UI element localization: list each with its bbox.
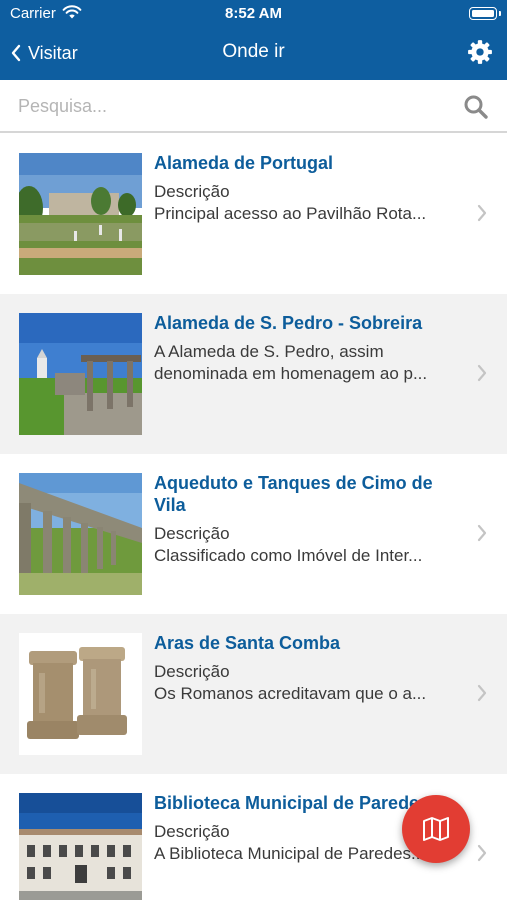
place-description-line-2: Classificado como Imóvel de Inter... [154, 546, 423, 565]
chevron-right-icon [477, 844, 487, 862]
list-item-alameda-de-portugal[interactable]: Alameda de Portugal Descrição Principal … [0, 134, 507, 294]
place-description-line-1: Descrição [154, 182, 230, 201]
battery-icon [469, 7, 501, 20]
status-bar: Carrier 8:52 AM [0, 0, 507, 28]
chevron-right-icon [477, 364, 487, 382]
chevron-right-icon [477, 204, 487, 222]
place-thumbnail [19, 313, 142, 435]
place-title: Aras de Santa Comba [154, 633, 341, 653]
list-item-aras-de-santa-comba[interactable]: Aras de Santa Comba Descrição Os Romanos… [0, 614, 507, 774]
chevron-right-icon [477, 684, 487, 702]
place-description-line-1: Descrição [154, 524, 230, 543]
place-thumbnail [19, 633, 142, 755]
search-icon[interactable] [463, 94, 489, 120]
place-thumbnail [19, 793, 142, 900]
place-description-line-2: Os Romanos acreditavam que o a... [154, 684, 427, 703]
search-input[interactable] [18, 89, 438, 123]
navigation-bar: Visitar Onde ir [0, 28, 507, 80]
place-thumbnail [19, 473, 142, 595]
search-bar [0, 80, 507, 133]
place-thumbnail [19, 153, 142, 275]
place-description-line-1: A Alameda de S. Pedro, assim [154, 342, 384, 361]
page-title: Onde ir [222, 41, 285, 62]
list-item-aqueduto-e-tanques[interactable]: Aqueduto e Tanques de Cimo de Vila Descr… [0, 454, 507, 614]
chevron-right-icon [477, 524, 487, 542]
clock: 8:52 AM [225, 5, 282, 22]
place-title: Alameda de S. Pedro - Sobreira [154, 313, 423, 333]
map-button[interactable] [402, 795, 470, 863]
gear-icon[interactable] [467, 39, 493, 65]
place-description-line-2: Principal acesso ao Pavilhão Rota... [154, 204, 427, 223]
place-description-line-1: Descrição [154, 662, 230, 681]
places-list: Alameda de Portugal Descrição Principal … [0, 134, 507, 900]
map-icon [423, 817, 449, 841]
place-description-line-2: denominada em homenagem ao p... [154, 364, 428, 383]
list-item-alameda-de-s-pedro[interactable]: Alameda de S. Pedro - Sobreira A Alameda… [0, 294, 507, 454]
place-title: Aqueduto e Tanques de Cimo de Vila [154, 473, 433, 515]
place-title: Alameda de Portugal [154, 153, 334, 173]
